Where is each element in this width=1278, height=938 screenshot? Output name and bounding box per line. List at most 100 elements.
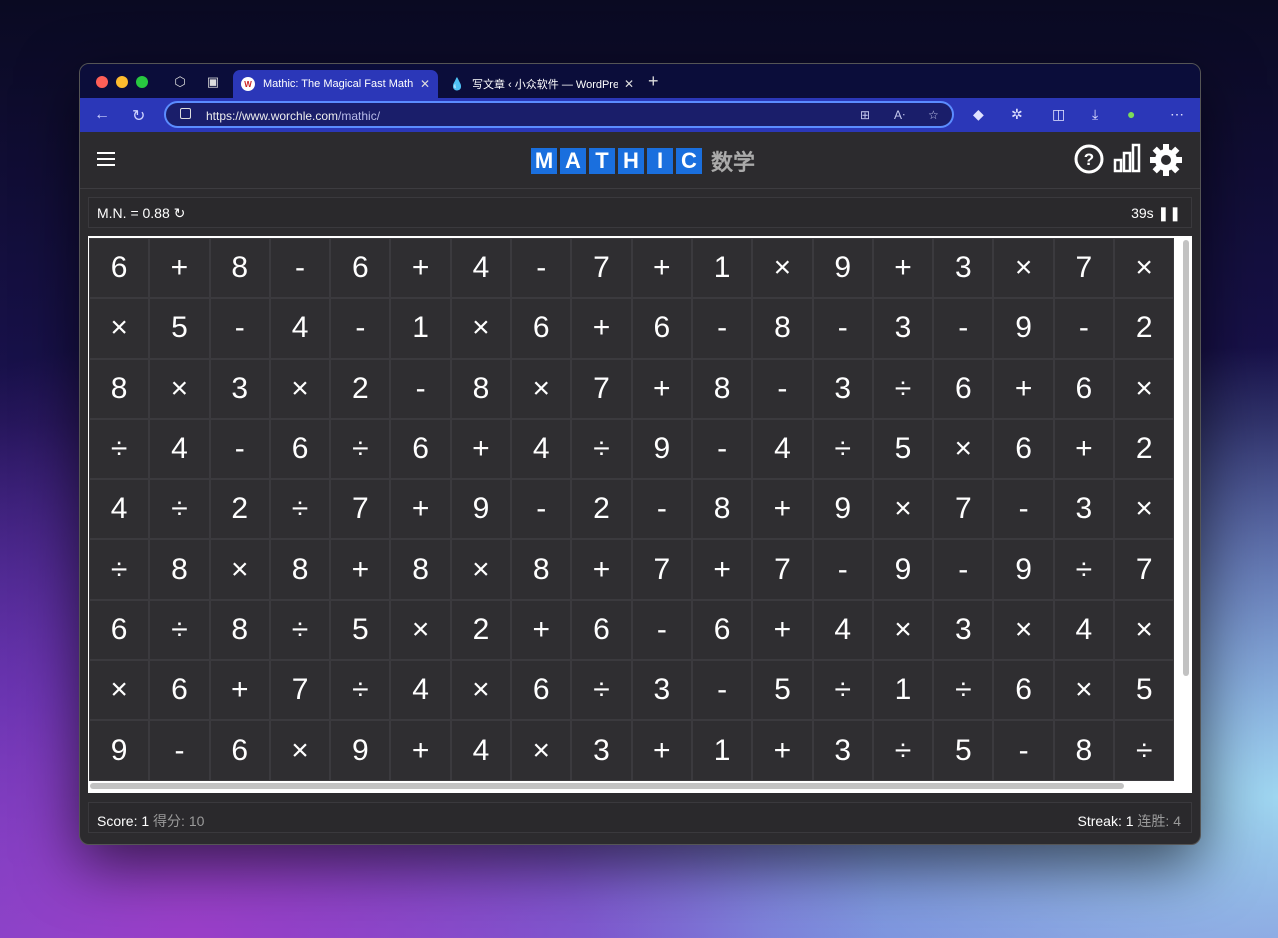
grid-cell[interactable]: - — [631, 599, 692, 661]
help-icon[interactable]: ? — [1073, 143, 1105, 175]
grid-cell[interactable]: + — [571, 298, 632, 359]
grid-cell[interactable]: 8 — [511, 539, 572, 600]
grid-cell[interactable]: - — [390, 358, 451, 419]
grid-cell[interactable]: 7 — [933, 479, 994, 540]
grid-cell[interactable]: 9 — [993, 298, 1054, 359]
grid-cell[interactable]: + — [691, 539, 753, 600]
grid-cell[interactable]: - — [993, 720, 1054, 781]
grid-cell[interactable]: × — [269, 720, 331, 781]
grid-cell[interactable]: 2 — [1114, 298, 1175, 359]
grid-cell[interactable]: 6 — [631, 298, 692, 359]
grid-cell[interactable]: ÷ — [571, 660, 632, 721]
grid-cell[interactable]: × — [390, 599, 451, 661]
grid-cell[interactable]: 6 — [691, 599, 753, 661]
grid-cell[interactable]: 7 — [1114, 539, 1175, 600]
grid-cell[interactable]: × — [1053, 660, 1115, 721]
grid-cell[interactable]: 8 — [390, 539, 451, 600]
grid-cell[interactable]: 3 — [631, 660, 692, 721]
grid-cell[interactable]: 6 — [933, 358, 994, 419]
grid-cell[interactable]: - — [933, 539, 994, 600]
grid-cell[interactable]: 4 — [88, 479, 150, 540]
tab-wordpress[interactable]: 💧 写文章 ‹ 小众软件 — WordPress ✕ — [442, 70, 642, 98]
pause-icon[interactable]: ❚❚ — [1158, 205, 1181, 221]
grid-cell[interactable]: ÷ — [149, 599, 210, 661]
grid-cell[interactable]: 6 — [571, 599, 632, 661]
grid-cell[interactable]: 6 — [1053, 358, 1115, 419]
favorite-star-icon[interactable]: ☆ — [928, 108, 939, 122]
grid-cell[interactable]: + — [149, 237, 210, 299]
grid-cell[interactable]: ÷ — [330, 660, 391, 721]
grid-cell[interactable]: + — [390, 720, 451, 781]
grid-cell[interactable]: - — [209, 298, 270, 359]
grid-cell[interactable]: 3 — [571, 720, 632, 781]
puzzle-icon[interactable]: ✲ — [1011, 106, 1023, 123]
grid-cell[interactable]: 7 — [330, 479, 391, 540]
grid-cell[interactable]: 4 — [752, 418, 813, 480]
split-screen-icon[interactable]: ◫ — [1052, 106, 1065, 123]
grid-cell[interactable]: 5 — [330, 599, 391, 661]
grid-cell[interactable]: × — [993, 237, 1054, 299]
close-window-button[interactable] — [96, 76, 108, 88]
grid-cell[interactable]: 8 — [1053, 720, 1115, 781]
grid-cell[interactable]: 8 — [209, 599, 270, 661]
grid-cell[interactable]: ÷ — [269, 599, 331, 661]
grid-cell[interactable]: - — [752, 358, 813, 419]
grid-cell[interactable]: × — [269, 358, 331, 419]
grid-cell[interactable]: 2 — [450, 599, 512, 661]
grid-cell[interactable]: ÷ — [1053, 539, 1115, 600]
grid-cell[interactable]: × — [149, 358, 210, 419]
grid-cell[interactable]: + — [631, 237, 692, 299]
more-menu-icon[interactable]: ⋯ — [1170, 106, 1184, 123]
grid-cell[interactable]: 6 — [390, 418, 451, 480]
horizontal-scrollbar[interactable] — [90, 783, 1124, 789]
grid-cell[interactable]: 6 — [88, 599, 150, 661]
tab-actions-icon[interactable]: ▣ — [205, 74, 221, 90]
tab-mathic[interactable]: W Mathic: The Magical Fast Math ✕ — [233, 70, 438, 98]
grid-cell[interactable]: 8 — [88, 358, 150, 419]
vertical-scrollbar[interactable] — [1183, 240, 1189, 676]
grid-cell[interactable]: 3 — [872, 298, 934, 359]
workspaces-icon[interactable]: ⬡ — [172, 74, 188, 90]
menu-icon[interactable] — [97, 152, 115, 170]
grid-cell[interactable]: - — [933, 298, 994, 359]
grid-cell[interactable]: 3 — [209, 358, 270, 419]
grid-cell[interactable]: ÷ — [571, 418, 632, 480]
grid-cell[interactable]: 5 — [752, 660, 813, 721]
back-icon[interactable]: ← — [94, 106, 110, 124]
grid-cell[interactable]: 4 — [450, 720, 512, 781]
downloads-icon[interactable]: ⤓ — [1092, 106, 1098, 123]
grid-cell[interactable]: 9 — [450, 479, 512, 540]
grid-cell[interactable]: × — [511, 720, 572, 781]
grid-cell[interactable]: 7 — [631, 539, 692, 600]
extension-icon[interactable]: ◆ — [973, 106, 984, 123]
grid-cell[interactable]: 8 — [450, 358, 512, 419]
grid-cell[interactable]: × — [88, 660, 150, 721]
grid-cell[interactable]: + — [631, 358, 692, 419]
grid-cell[interactable]: ÷ — [812, 418, 873, 480]
grid-cell[interactable]: × — [450, 298, 512, 359]
grid-cell[interactable]: 4 — [812, 599, 873, 661]
grid-cell[interactable]: 4 — [511, 418, 572, 480]
grid-cell[interactable]: - — [812, 539, 873, 600]
grid-cell[interactable]: + — [752, 599, 813, 661]
grid-cell[interactable]: 5 — [1114, 660, 1175, 721]
grid-cell[interactable]: × — [450, 539, 512, 600]
grid-cell[interactable]: - — [812, 298, 873, 359]
grid-cell[interactable]: - — [511, 479, 572, 540]
close-tab-icon[interactable]: ✕ — [420, 77, 430, 91]
grid-cell[interactable]: - — [993, 479, 1054, 540]
grid-cell[interactable]: 6 — [269, 418, 331, 480]
grid-cell[interactable]: 2 — [330, 358, 391, 419]
grid-cell[interactable]: - — [1053, 298, 1115, 359]
grid-cell[interactable]: 6 — [993, 660, 1054, 721]
grid-cell[interactable]: - — [511, 237, 572, 299]
grid-cell[interactable]: 7 — [1053, 237, 1115, 299]
maximize-window-button[interactable] — [136, 76, 148, 88]
grid-cell[interactable]: 5 — [933, 720, 994, 781]
grid-cell[interactable]: - — [209, 418, 270, 480]
grid-cell[interactable]: 9 — [872, 539, 934, 600]
grid-cell[interactable]: - — [269, 237, 331, 299]
refresh-icon[interactable]: ↻ — [132, 106, 145, 126]
apps-icon[interactable]: ⊞ — [860, 108, 870, 122]
grid-cell[interactable]: × — [872, 479, 934, 540]
